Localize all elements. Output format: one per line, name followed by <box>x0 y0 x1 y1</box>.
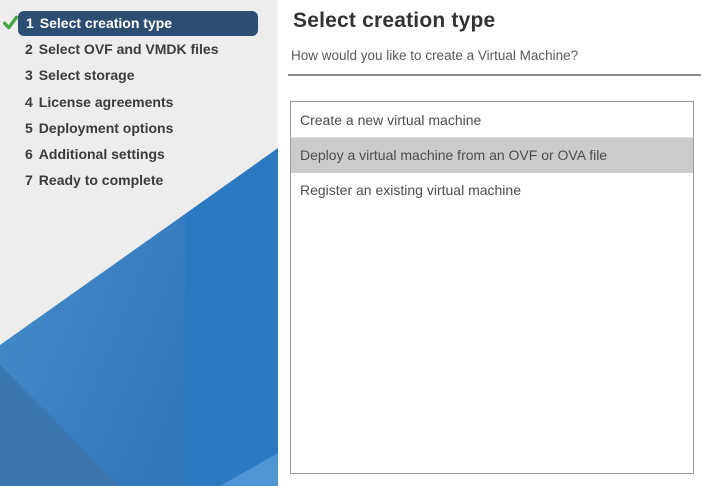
wizard-step-6-additional-settings[interactable]: 6 Additional settings <box>0 141 278 167</box>
active-step-pill: 1 Select creation type <box>18 11 258 36</box>
step-label: Ready to complete <box>39 172 163 188</box>
step-label: Deployment options <box>39 120 174 136</box>
wizard-step-4-license-agreements[interactable]: 4 License agreements <box>0 89 278 115</box>
header-divider <box>288 74 701 76</box>
step-number: 1 <box>26 15 34 31</box>
wizard-content-panel: Select creation type How would you like … <box>278 0 702 486</box>
step-label: Select OVF and VMDK files <box>39 41 219 57</box>
wizard-step-1-select-creation-type[interactable]: 1 Select creation type <box>0 10 278 36</box>
wizard-step-7-ready-to-complete[interactable]: 7 Ready to complete <box>0 167 278 193</box>
wizard-step-2-select-ovf-vmdk[interactable]: 2 Select OVF and VMDK files <box>0 36 278 62</box>
wizard-step-3-select-storage[interactable]: 3 Select storage <box>0 62 278 88</box>
step-number: 5 <box>25 120 33 136</box>
wizard-step-sidebar: 1 Select creation type 2 Select OVF and … <box>0 0 278 486</box>
step-completed-check-icon <box>2 14 19 31</box>
step-label: License agreements <box>39 94 174 110</box>
wizard-steps-list: 1 Select creation type 2 Select OVF and … <box>0 10 278 193</box>
wizard-step-5-deployment-options[interactable]: 5 Deployment options <box>0 115 278 141</box>
step-number: 2 <box>25 41 33 57</box>
step-number: 4 <box>25 94 33 110</box>
page-title: Select creation type <box>293 9 495 33</box>
step-number: 3 <box>25 67 33 83</box>
step-number: 6 <box>25 146 33 162</box>
option-create-new-vm[interactable]: Create a new virtual machine <box>291 102 693 138</box>
option-deploy-ovf-ova[interactable]: Deploy a virtual machine from an OVF or … <box>291 138 693 173</box>
wizard-window: 1 Select creation type 2 Select OVF and … <box>0 0 702 486</box>
step-label: Additional settings <box>39 146 165 162</box>
creation-type-listbox: Create a new virtual machine Deploy a vi… <box>290 101 694 474</box>
step-label: Select creation type <box>40 15 172 31</box>
page-subtitle: How would you like to create a Virtual M… <box>291 48 578 63</box>
step-number: 7 <box>25 172 33 188</box>
step-label: Select storage <box>39 67 135 83</box>
option-register-existing-vm[interactable]: Register an existing virtual machine <box>291 173 693 208</box>
